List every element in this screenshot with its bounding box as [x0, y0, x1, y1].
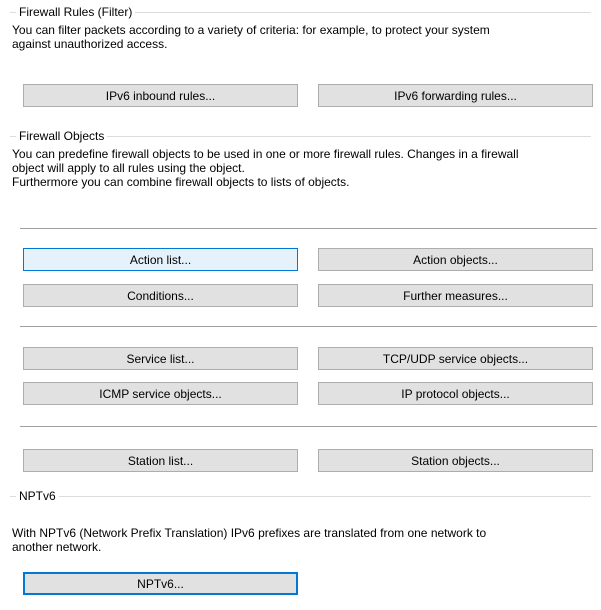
separator: [20, 228, 597, 230]
description-line: You can predefine firewall objects to be…: [12, 147, 519, 161]
description-line: object will apply to all rules using the…: [12, 161, 245, 175]
ipv6-forwarding-rules-button[interactable]: IPv6 forwarding rules...: [318, 84, 593, 107]
nptv6-button[interactable]: NPTv6...: [23, 572, 298, 595]
firewall-rules-description: You can filter packets according to a va…: [12, 23, 593, 51]
ip-protocol-objects-button[interactable]: IP protocol objects...: [318, 382, 593, 405]
firewall-objects-description: You can predefine firewall objects to be…: [12, 147, 593, 189]
description-line: With NPTv6 (Network Prefix Translation) …: [12, 526, 487, 540]
station-objects-button[interactable]: Station objects...: [318, 449, 593, 472]
nptv6-description: With NPTv6 (Network Prefix Translation) …: [12, 526, 593, 554]
further-measures-button[interactable]: Further measures...: [318, 284, 593, 307]
description-line: Furthermore you can combine firewall obj…: [12, 175, 350, 189]
service-list-button[interactable]: Service list...: [23, 347, 298, 370]
icmp-service-objects-button[interactable]: ICMP service objects...: [23, 382, 298, 405]
firewall-rules-title: Firewall Rules (Filter): [16, 4, 136, 20]
conditions-button[interactable]: Conditions...: [23, 284, 298, 307]
description-line: another network.: [12, 540, 102, 554]
separator: [20, 426, 597, 428]
separator: [20, 326, 597, 328]
action-objects-button[interactable]: Action objects...: [318, 248, 593, 271]
firewall-objects-title: Firewall Objects: [16, 128, 108, 144]
description-line: You can filter packets according to a va…: [12, 23, 490, 37]
tcp-udp-service-objects-button[interactable]: TCP/UDP service objects...: [318, 347, 593, 370]
description-line: against unauthorized access.: [12, 37, 168, 51]
action-list-button[interactable]: Action list...: [23, 248, 298, 271]
nptv6-title: NPTv6: [16, 488, 59, 504]
ipv6-inbound-rules-button[interactable]: IPv6 inbound rules...: [23, 84, 298, 107]
station-list-button[interactable]: Station list...: [23, 449, 298, 472]
